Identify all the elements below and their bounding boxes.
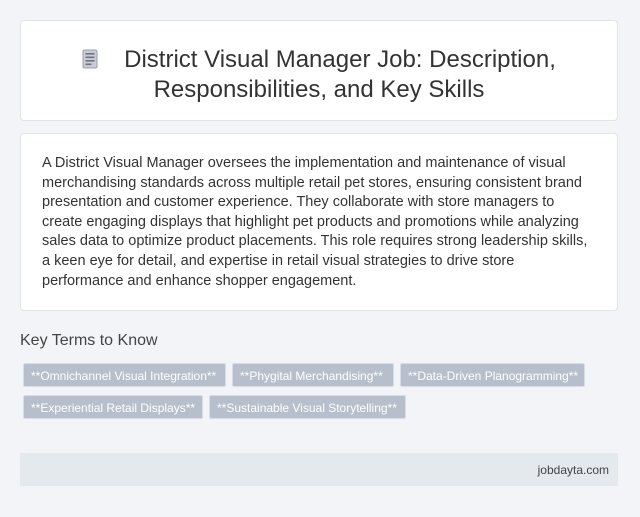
description-card: A District Visual Manager oversees the i… [20, 133, 618, 311]
key-term-tag: **Sustainable Visual Storytelling** [209, 395, 406, 419]
key-term-tag: **Experiential Retail Displays** [23, 395, 203, 419]
page-title: District Visual Manager Job: Description… [21, 45, 617, 105]
key-term-tag: **Data-Driven Planogramming** [400, 363, 585, 387]
title-line-2: Responsibilities, and Key Skills [153, 76, 485, 103]
title-card: District Visual Manager Job: Description… [20, 20, 618, 121]
key-term-tag: **Phygital Merchandising** [232, 363, 394, 387]
key-terms-heading: Key Terms to Know [20, 332, 158, 349]
footer: jobdayta.com [20, 453, 618, 486]
document-icon [82, 47, 98, 69]
title-line-1: District Visual Manager Job: Description… [124, 46, 556, 73]
description-text: A District Visual Manager oversees the i… [42, 155, 588, 289]
footer-site-name: jobdayta.com [537, 463, 609, 477]
key-term-tag: **Omnichannel Visual Integration** [23, 363, 226, 387]
